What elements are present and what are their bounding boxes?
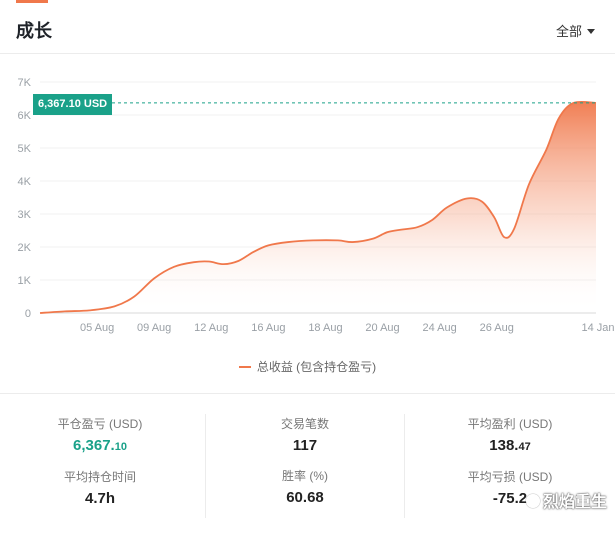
stat-label: 平仓盈亏 (USD) <box>57 417 143 431</box>
x-tick-label: 26 Aug <box>480 322 514 334</box>
page-title: 成长 <box>16 21 52 41</box>
current-value-callout: 6,367.10 USD <box>33 94 113 115</box>
stat-label: 平均持仓时间 <box>63 470 136 484</box>
stat-avg-profit: 平均盈利 (USD) 138.47 <box>410 416 610 457</box>
stat-label: 交易笔数 <box>280 417 329 431</box>
stat-avg-hold-time: 平均持仓时间 4.7h <box>0 469 200 509</box>
stat-value-int: 138. <box>489 437 519 454</box>
stat-value: 6,367.10 <box>0 436 200 457</box>
stat-label: 胜率 (%) <box>282 469 328 483</box>
x-tick-label: 14 Jan <box>581 322 614 334</box>
stat-value-dec: 47 <box>518 441 531 453</box>
y-tick-label: 6K <box>18 110 32 122</box>
stat-label: 平均盈利 (USD) <box>467 417 553 431</box>
card-header: 成长 全部 <box>0 0 615 54</box>
stat-value: 4.7h <box>84 490 115 507</box>
range-filter-dropdown[interactable]: 全部 <box>556 21 595 40</box>
stat-value: 138.47 <box>410 436 610 457</box>
stat-trade-count: 交易笔数 117 <box>206 416 404 456</box>
stats-panel: 平仓盈亏 (USD) 6,367.10 平均持仓时间 4.7h 交易笔数 117… <box>0 394 615 538</box>
watermark: 烈焰重生 <box>525 488 607 512</box>
x-tick-label: 12 Aug <box>194 322 228 334</box>
watermark-text: 烈焰重生 <box>542 494 607 511</box>
range-filter-label: 全部 <box>555 24 582 39</box>
watermark-logo-icon <box>525 494 540 508</box>
legend-line-icon <box>238 365 251 368</box>
growth-card: 成长 全部 0 1K 2K 3K 4K 5K 6K 7K 05 Aug 09 Aug 12 Aug 1… <box>0 0 615 538</box>
stats-column-1: 平仓盈亏 (USD) 6,367.10 平均持仓时间 4.7h <box>0 416 200 521</box>
stats-column-2: 交易笔数 117 胜率 (%) 60.68 <box>205 414 405 518</box>
x-tick-label: 24 Aug <box>422 322 456 334</box>
y-tick-label: 5K <box>18 143 32 155</box>
y-tick-label: 1K <box>18 275 32 287</box>
x-tick-label: 20 Aug <box>365 322 399 334</box>
stat-win-rate: 胜率 (%) 60.68 <box>206 468 404 508</box>
y-tick-label: 4K <box>18 176 32 188</box>
x-tick-label: 05 Aug <box>80 322 114 334</box>
stat-closed-pnl: 平仓盈亏 (USD) 6,367.10 <box>0 416 200 457</box>
stat-value: 117 <box>292 437 318 454</box>
caret-down-icon <box>587 28 595 34</box>
stat-value-dec: 10 <box>114 441 127 453</box>
y-tick-label: 7K <box>18 77 32 89</box>
x-tick-label: 18 Aug <box>308 322 342 334</box>
stat-value: 60.68 <box>286 489 324 506</box>
chart-legend[interactable]: 总收益 (包含持仓盈亏) <box>0 358 615 375</box>
stat-value-int: 6,367. <box>73 437 115 454</box>
y-tick-label: 3K <box>18 209 32 221</box>
series-area-fill <box>40 101 596 314</box>
y-tick-label: 2K <box>18 242 32 254</box>
legend-label: 总收益 (包含持仓盈亏) <box>256 360 377 374</box>
stat-label: 平均亏损 (USD) <box>467 470 553 484</box>
y-tick-label: 0 <box>25 308 31 320</box>
x-tick-label: 09 Aug <box>137 322 171 334</box>
x-tick-label: 16 Aug <box>251 322 285 334</box>
